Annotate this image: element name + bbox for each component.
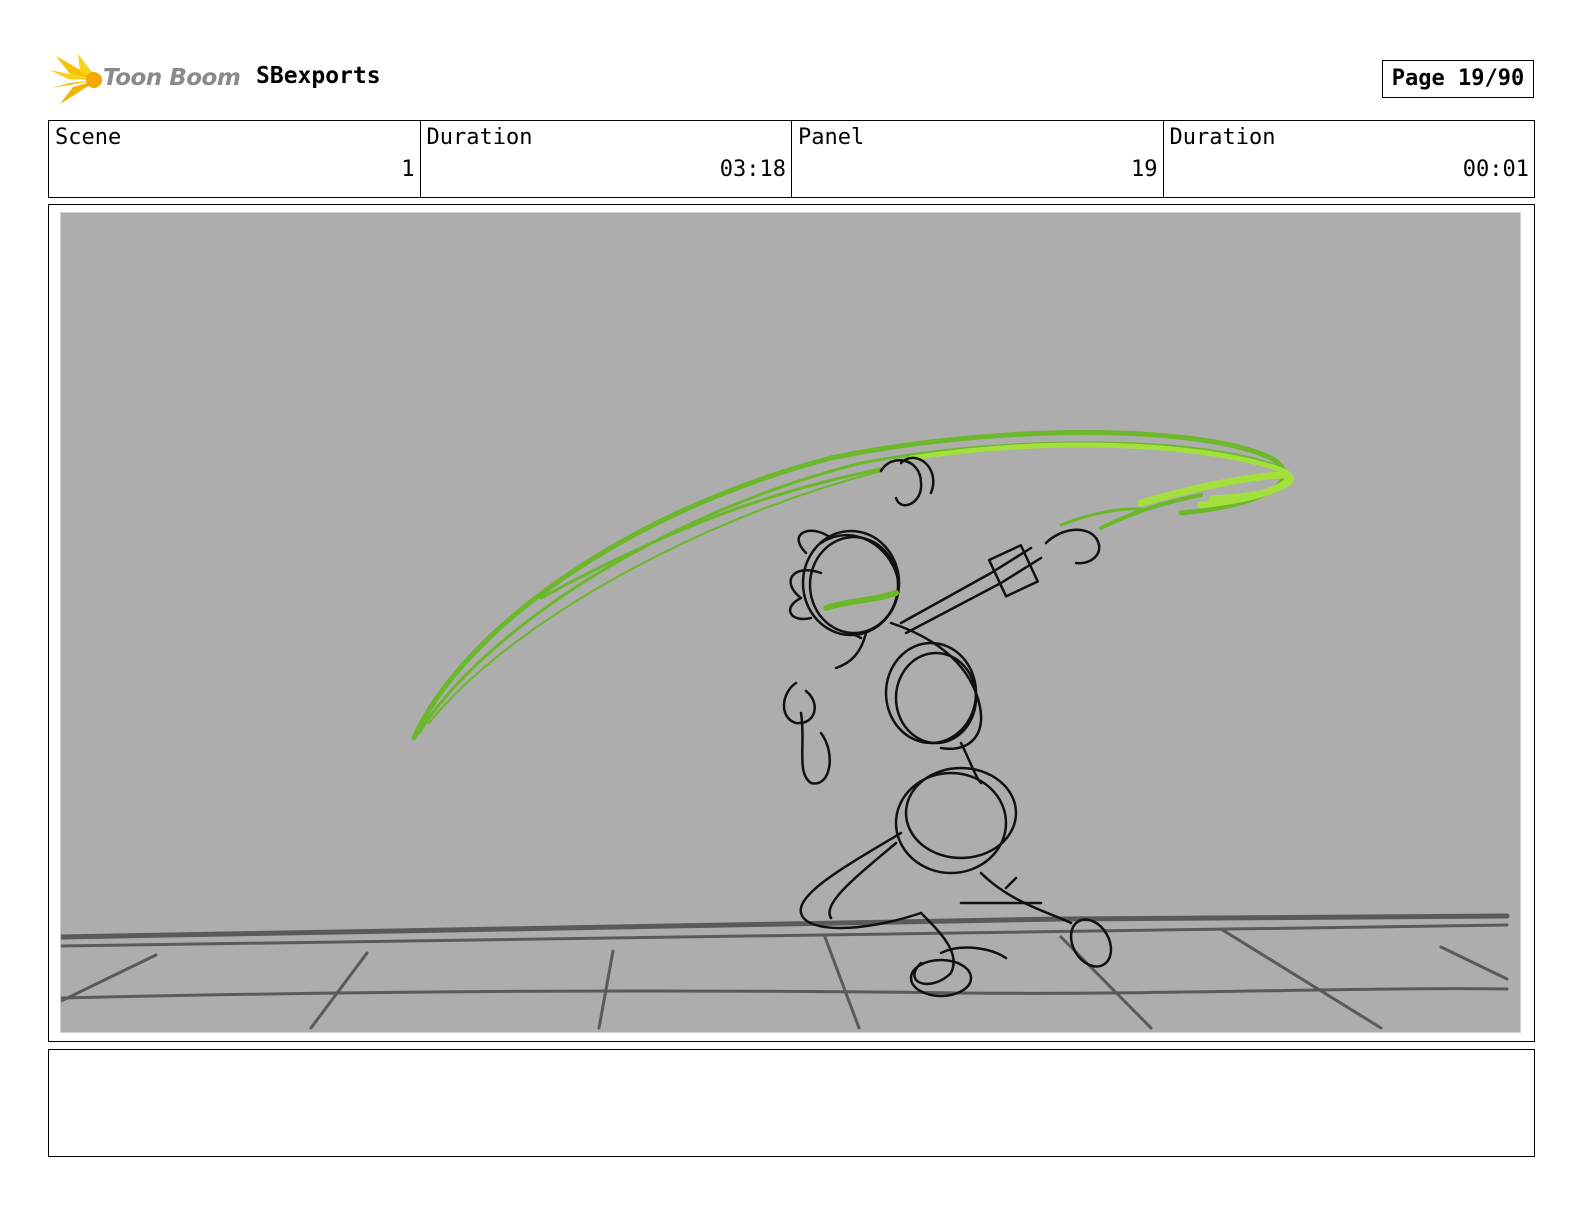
- floor-grid: [61, 913, 1510, 1030]
- panel-duration-label: Duration: [1169, 125, 1276, 150]
- scene-label: Scene: [55, 125, 122, 150]
- panel-value: 19: [1131, 157, 1158, 182]
- panel-info-table: Scene 1 Duration 03:18 Panel 19 Duration…: [48, 120, 1535, 198]
- panel-label: Panel: [798, 125, 865, 150]
- panel-duration-value: 00:01: [1462, 157, 1529, 182]
- notes-area: [48, 1049, 1535, 1157]
- storyboard-sketch: [60, 212, 1521, 1033]
- character-sketch: [782, 456, 1113, 998]
- scene-duration-cell: Duration 03:18: [421, 121, 792, 197]
- logo-text: Toon Boom: [103, 65, 241, 91]
- scene-value: 1: [401, 157, 415, 182]
- scene-cell: Scene 1: [49, 121, 421, 197]
- page-number: Page 19/90: [1382, 60, 1534, 98]
- panel-duration-cell: Duration 00:01: [1164, 121, 1535, 197]
- scene-duration-label: Duration: [426, 125, 533, 150]
- storyboard-frame: [48, 204, 1535, 1042]
- green-swoosh: [411, 430, 1294, 741]
- scene-duration-value: 03:18: [719, 157, 786, 182]
- panel-cell: Panel 19: [792, 121, 1164, 197]
- project-name: SBexports: [256, 63, 381, 89]
- sketch-drawing: [61, 430, 1510, 1030]
- toon-boom-logo: Toon Boom: [50, 52, 241, 108]
- starburst-icon: [50, 54, 102, 104]
